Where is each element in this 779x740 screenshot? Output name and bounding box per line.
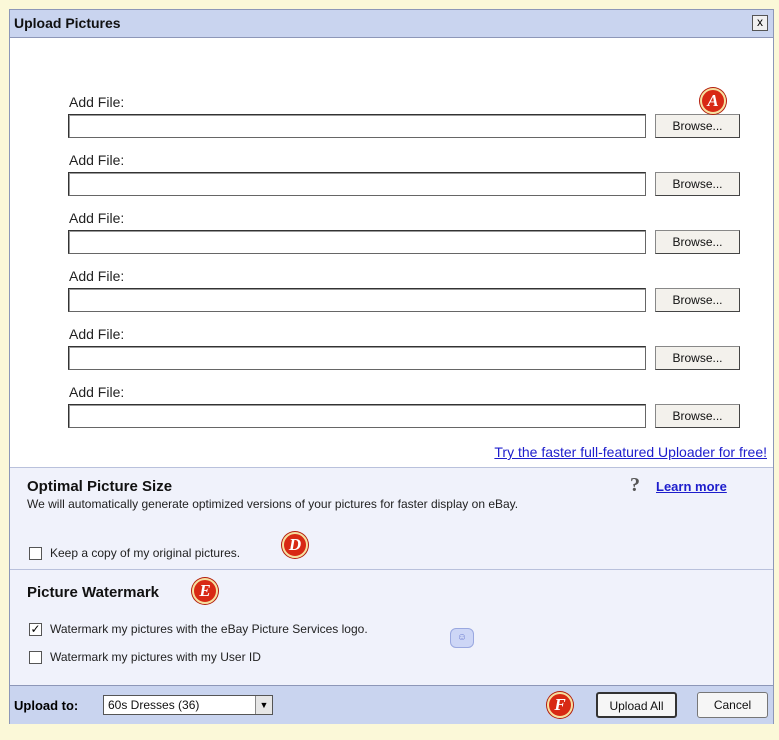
file-row: Add File: Browse...: [68, 326, 748, 382]
close-icon: x: [757, 15, 763, 29]
faster-uploader-link[interactable]: Try the faster full-featured Uploader fo…: [494, 444, 767, 460]
add-file-label: Add File:: [69, 94, 125, 110]
add-file-input[interactable]: [68, 172, 646, 196]
watermark-logo-checkbox[interactable]: ✓: [29, 623, 42, 636]
browse-button[interactable]: Browse...: [655, 404, 740, 428]
add-file-input[interactable]: [68, 404, 646, 428]
keep-original-checkbox[interactable]: [29, 547, 42, 560]
file-row: Add File: Browse...: [68, 384, 748, 440]
browse-button[interactable]: Browse...: [655, 230, 740, 254]
callout-marker-f: F: [547, 692, 573, 718]
add-file-input[interactable]: [68, 346, 646, 370]
optimal-picture-size-section: Optimal Picture Size ? Learn more We wil…: [10, 467, 773, 570]
watermark-userid-checkbox[interactable]: [29, 651, 42, 664]
close-button[interactable]: x: [752, 15, 768, 31]
chevron-down-icon[interactable]: ▼: [255, 696, 272, 714]
watermark-logo-label: Watermark my pictures with the eBay Pict…: [50, 622, 368, 636]
help-icon[interactable]: ?: [630, 474, 640, 497]
callout-marker-e: E: [192, 578, 218, 604]
browse-button[interactable]: Browse...: [655, 288, 740, 312]
browse-button[interactable]: Browse...: [655, 172, 740, 196]
add-file-label: Add File:: [69, 326, 125, 342]
browse-button[interactable]: Browse...: [655, 346, 740, 370]
picture-watermark-section: Picture Watermark E ✓ Watermark my pictu…: [10, 569, 773, 686]
watermark-userid-label: Watermark my pictures with my User ID: [50, 650, 261, 664]
add-file-input[interactable]: [68, 114, 646, 138]
add-file-label: Add File:: [69, 152, 125, 168]
dialog-title: Upload Pictures: [14, 15, 121, 31]
dialog-footer: Upload to: 60s Dresses (36) ▼ F Upload A…: [10, 685, 773, 724]
file-row: Add File: Browse...: [68, 210, 748, 266]
file-row: Add File: Browse...: [68, 268, 748, 324]
optimal-size-title: Optimal Picture Size: [27, 478, 173, 495]
ebay-picture-services-logo-icon: ☺: [450, 628, 474, 648]
browse-button[interactable]: Browse...: [655, 114, 740, 138]
add-file-label: Add File:: [69, 268, 125, 284]
keep-original-label: Keep a copy of my original pictures.: [50, 546, 241, 560]
cancel-button[interactable]: Cancel: [697, 692, 768, 718]
upload-all-button[interactable]: Upload All: [596, 692, 677, 718]
file-row: Add File: Browse...: [68, 152, 748, 208]
title-bar[interactable]: Upload Pictures x: [10, 10, 773, 38]
watermark-title: Picture Watermark: [27, 584, 159, 601]
album-select[interactable]: 60s Dresses (36) ▼: [103, 695, 273, 715]
callout-marker-d: D: [282, 532, 308, 558]
callout-marker-a: A: [700, 88, 726, 114]
learn-more-link[interactable]: Learn more: [656, 479, 727, 494]
add-file-label: Add File:: [69, 210, 125, 226]
file-row: Add File: Browse...: [68, 94, 748, 150]
add-file-input[interactable]: [68, 288, 646, 312]
upload-pictures-dialog: Upload Pictures x Add File: Browse... Ad…: [9, 9, 774, 724]
add-file-label: Add File:: [69, 384, 125, 400]
upload-to-label: Upload to:: [14, 698, 79, 713]
album-select-value: 60s Dresses (36): [108, 698, 200, 712]
add-file-input[interactable]: [68, 230, 646, 254]
optimal-size-description: We will automatically generate optimized…: [27, 497, 519, 511]
checkmark-icon: ✓: [30, 622, 41, 636]
